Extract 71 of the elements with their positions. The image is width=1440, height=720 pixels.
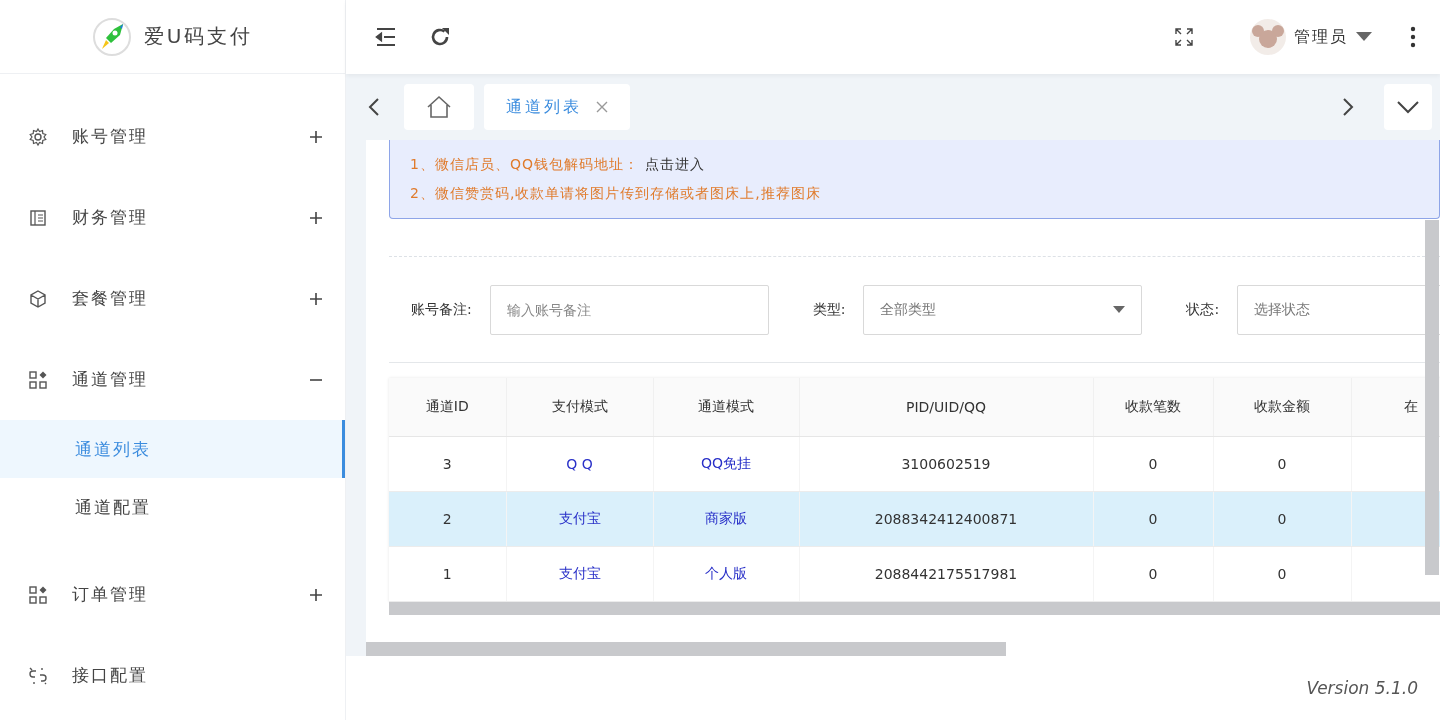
- version-text: Version 5.1.0: [1306, 678, 1418, 698]
- fullscreen-icon[interactable]: [1174, 27, 1194, 47]
- cube-icon: [28, 288, 48, 309]
- notice-link[interactable]: 点击进入: [644, 155, 705, 174]
- filter-label: 状态:: [1186, 300, 1220, 319]
- expand-icon: [309, 210, 323, 225]
- column-header: 通道ID: [389, 378, 506, 437]
- home-tab[interactable]: [404, 84, 474, 130]
- column-header: 收款笔数: [1093, 378, 1213, 437]
- table-cell: 0: [1213, 491, 1351, 547]
- avatar-icon: [1250, 19, 1286, 55]
- submenu-item[interactable]: 通道配置: [0, 478, 345, 536]
- filter-label: 账号备注:: [411, 300, 472, 319]
- table-cell: 支付宝: [506, 546, 653, 602]
- table-cell: 0: [1093, 546, 1213, 602]
- table-cell: 0: [1213, 436, 1351, 492]
- apps-icon: [28, 584, 48, 605]
- account-note-field[interactable]: 输入账号备注: [489, 284, 769, 335]
- vertical-scrollbar[interactable]: [1425, 220, 1439, 575]
- broken-link-icon: [28, 665, 48, 686]
- apps-icon: [28, 369, 48, 390]
- table-cell: QQ免挂: [653, 436, 799, 492]
- table-cell: 2088342412400871: [799, 491, 1093, 547]
- page-tab[interactable]: 通道列表: [484, 84, 630, 130]
- table-cell: Q Q: [506, 436, 653, 492]
- table-cell: 2: [389, 491, 506, 547]
- horizontal-scrollbar[interactable]: [389, 602, 1440, 615]
- expand-icon: [309, 291, 323, 306]
- scroll-left-icon[interactable]: [368, 97, 380, 117]
- menu-item[interactable]: 账号管理: [0, 96, 345, 177]
- ledger-icon: [28, 207, 48, 228]
- collapse-icon: [309, 378, 323, 381]
- table-cell: 3: [389, 436, 506, 492]
- notice-text: 2、微信赞赏码,收款单请将图片传到存储或者图床上,推荐图床: [410, 184, 821, 203]
- column-header: 收款金额: [1213, 378, 1351, 437]
- menu-item[interactable]: 通道管理: [0, 339, 345, 420]
- chevron-down-icon: [1396, 100, 1420, 114]
- menu-item[interactable]: 财务管理: [0, 177, 345, 258]
- table-cell: 2088442175517981: [799, 546, 1093, 602]
- collapse-menu-icon[interactable]: [374, 25, 398, 49]
- table-cell: 个人版: [653, 546, 799, 602]
- table-cell: 0: [1213, 546, 1351, 602]
- table-cell: 0: [1093, 436, 1213, 492]
- expand-icon: [309, 587, 323, 602]
- home-icon: [426, 95, 452, 119]
- rocket-logo-icon: [91, 16, 132, 57]
- page-scrollbar[interactable]: [366, 642, 1006, 656]
- table-cell: 支付宝: [506, 491, 653, 547]
- scroll-right-icon[interactable]: [1342, 97, 1354, 117]
- expand-icon: [309, 129, 323, 144]
- close-icon[interactable]: [596, 101, 608, 113]
- table-cell: 1: [389, 546, 506, 602]
- table-cell: 3100602519: [799, 436, 1093, 492]
- table-cell: 0: [1093, 491, 1213, 547]
- caret-icon: [1356, 32, 1372, 42]
- menu-item[interactable]: 套餐管理: [0, 258, 345, 339]
- more-icon[interactable]: [1410, 26, 1416, 48]
- filter-label: 类型:: [812, 300, 846, 319]
- tab-options-button[interactable]: [1384, 84, 1432, 130]
- user-menu[interactable]: 管理员: [1250, 19, 1372, 55]
- notice-text: 1、微信店员、QQ钱包解码地址：: [410, 155, 639, 174]
- caret-icon: [1113, 306, 1126, 314]
- column-header: PID/UID/QQ: [799, 378, 1093, 437]
- column-header: 通道模式: [653, 378, 799, 437]
- brand-name: 爱U码支付: [143, 23, 254, 50]
- menu-item[interactable]: 订单管理: [0, 554, 345, 635]
- column-header: 支付模式: [506, 378, 653, 437]
- table-cell: 商家版: [653, 491, 799, 547]
- gear-icon: [28, 126, 48, 147]
- select-field[interactable]: 全部类型: [863, 284, 1143, 335]
- menu-item[interactable]: 接口配置: [0, 635, 345, 716]
